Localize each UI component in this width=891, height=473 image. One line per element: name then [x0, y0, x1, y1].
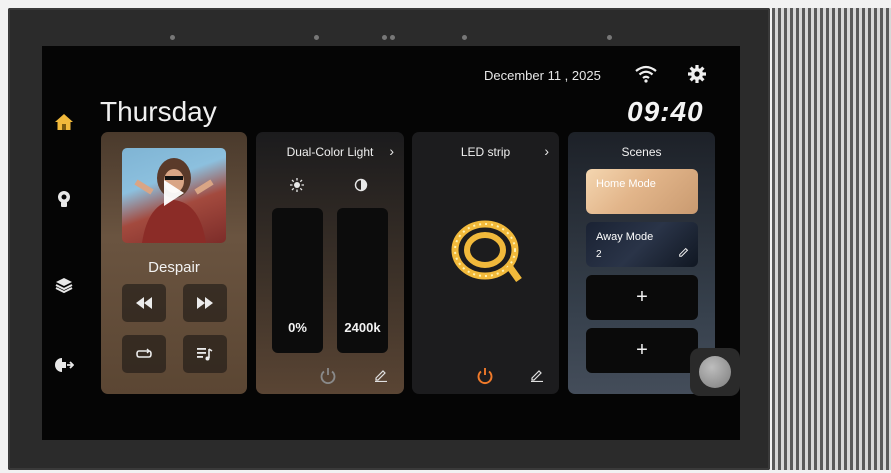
color-temperature-icon: [354, 178, 368, 192]
power-icon: [320, 368, 336, 385]
next-button[interactable]: [183, 284, 227, 322]
repeat-button[interactable]: [122, 335, 166, 373]
scene-count: 2: [596, 249, 602, 260]
sidebar: [42, 98, 86, 428]
repeat-icon: [136, 348, 152, 358]
edit-icon: [531, 370, 543, 382]
gear-icon[interactable]: [687, 64, 707, 84]
clock: 09:40: [627, 96, 704, 127]
edit-button[interactable]: [529, 367, 545, 383]
color-temperature-slider[interactable]: 2400k: [337, 208, 388, 353]
edit-icon[interactable]: [678, 246, 690, 258]
sidebar-item-scenes[interactable]: [53, 274, 75, 296]
sensor-dot: [607, 35, 612, 40]
brightness-value: 0%: [288, 320, 307, 335]
dual-color-light-card[interactable]: Dual-Color Light › 0% 2400k: [256, 132, 404, 394]
assistive-touch-icon: [699, 356, 731, 388]
dual-color-light-title: Dual-Color Light: [286, 145, 374, 159]
floating-assistive-button[interactable]: [690, 348, 740, 396]
edit-button[interactable]: [373, 367, 389, 383]
chevron-right-icon[interactable]: ›: [544, 143, 549, 159]
playlist-button[interactable]: [183, 335, 227, 373]
add-scene-button[interactable]: +: [586, 275, 698, 320]
sensor-dot: [314, 35, 319, 40]
music-card: Despair: [101, 132, 247, 394]
sidebar-item-lights[interactable]: [53, 189, 75, 211]
previous-button[interactable]: [122, 284, 166, 322]
playlist-icon: [197, 348, 213, 361]
previous-icon: [136, 297, 152, 309]
next-icon: [197, 297, 213, 309]
song-title: Despair: [148, 259, 200, 276]
layers-icon: [55, 278, 73, 294]
chevron-right-icon[interactable]: ›: [389, 143, 394, 159]
scene-home-mode[interactable]: Home Mode: [586, 169, 698, 214]
day-label: Thursday: [100, 96, 217, 127]
brightness-slider[interactable]: 0%: [272, 208, 323, 353]
touch-screen: December 11 , 2025 Thursday 09:40 Despai…: [42, 46, 740, 440]
led-strip-card[interactable]: LED strip ›: [412, 132, 559, 394]
exit-icon: [55, 358, 74, 372]
album-art[interactable]: [122, 148, 226, 243]
scene-away-mode[interactable]: Away Mode 2: [586, 222, 698, 267]
sensor-dot: [382, 35, 387, 40]
sensor-dot: [390, 35, 395, 40]
brightness-icon: [290, 178, 304, 192]
wifi-icon[interactable]: [634, 64, 658, 84]
sensor-dot: [462, 35, 467, 40]
scenes-title: Scenes: [621, 145, 662, 159]
scene-label: Home Mode: [596, 178, 656, 190]
add-scene-button[interactable]: +: [586, 328, 698, 373]
scene-label: Away Mode: [596, 231, 654, 243]
date-label: December 11 , 2025: [484, 68, 601, 83]
power-button[interactable]: [475, 366, 495, 386]
sidebar-item-exit[interactable]: [53, 354, 75, 376]
edit-icon: [375, 370, 387, 382]
sidebar-item-home[interactable]: [53, 111, 75, 133]
lightbulb-icon: [58, 191, 70, 207]
play-icon[interactable]: [164, 180, 184, 206]
color-temperature-value: 2400k: [344, 320, 381, 335]
power-icon: [477, 368, 493, 385]
home-icon: [55, 114, 73, 130]
led-strip-title: LED strip: [460, 145, 511, 159]
sensor-dot: [170, 35, 175, 40]
led-strip-icon: [451, 220, 522, 283]
power-button[interactable]: [318, 366, 338, 386]
heatsink: [772, 8, 891, 470]
